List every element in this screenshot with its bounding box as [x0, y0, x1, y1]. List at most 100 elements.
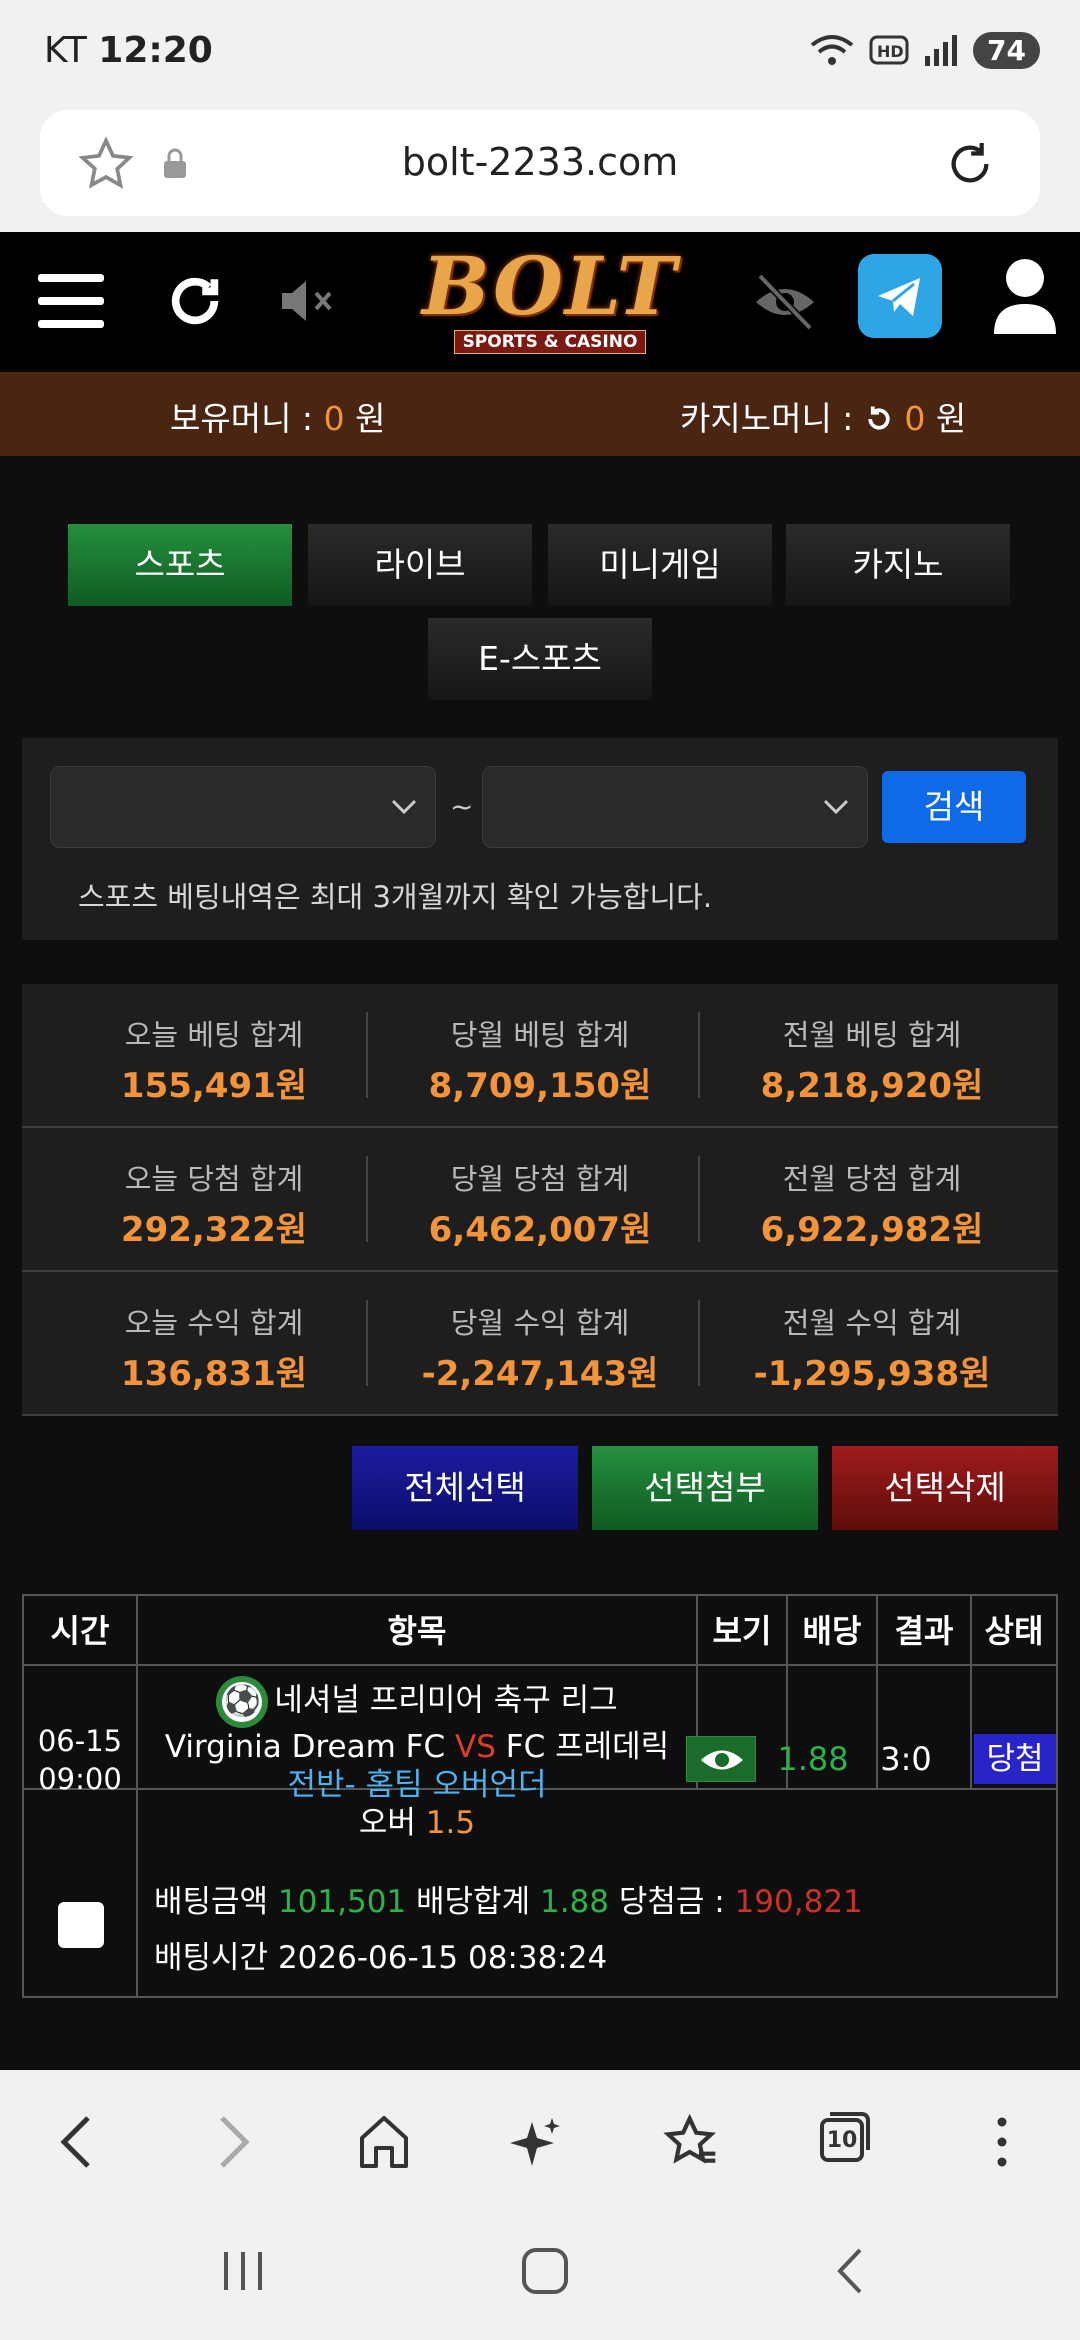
- odds-total: 1.88: [539, 1884, 609, 1920]
- pick: 오버: [358, 1805, 416, 1841]
- more-icon[interactable]: [990, 2114, 1014, 2170]
- stat-cell: 오늘 수익 합계 136,831원: [48, 1272, 380, 1416]
- casino-unit: 원: [935, 399, 967, 438]
- bookmarks-icon[interactable]: [662, 2114, 722, 2170]
- market-name: 전반- 홈팀 오버언더: [287, 1767, 547, 1803]
- tabs-button[interactable]: 10: [818, 2110, 872, 2164]
- pick-line-value: 1.5: [425, 1805, 476, 1841]
- home-button-icon[interactable]: [520, 2246, 570, 2296]
- tab-esports[interactable]: E-스포츠: [428, 618, 652, 700]
- divider: [698, 1156, 700, 1242]
- holding-value: 0: [323, 399, 345, 438]
- stat-value: -1,295,938원: [753, 1354, 991, 1394]
- bet-amount-label: 배팅금액: [154, 1884, 269, 1920]
- table-header: 시간 항목 보기 배당 결과 상태: [24, 1596, 1056, 1666]
- tab-sports[interactable]: 스포츠: [68, 524, 292, 606]
- win-amount: 190,821: [734, 1884, 863, 1920]
- delete-selected-button[interactable]: 선택삭제: [832, 1446, 1058, 1530]
- back-icon[interactable]: [52, 2114, 100, 2170]
- wifi-icon: [810, 34, 854, 65]
- view-button[interactable]: [686, 1736, 756, 1782]
- forward-icon[interactable]: [210, 2114, 258, 2170]
- bet-select-checkbox[interactable]: [58, 1902, 104, 1948]
- hd-icon: HD: [869, 35, 909, 64]
- address-bar[interactable]: bolt-2233.com: [40, 110, 1040, 216]
- casino-value: 0: [904, 399, 926, 438]
- stats-row-betting: 오늘 베팅 합계 155,491원 당월 베팅 합계 8,709,150원 전월 베…: [22, 984, 1058, 1128]
- casino-label: 카지노머니 :: [680, 399, 854, 438]
- stat-label: 당월 수익 합계: [450, 1306, 630, 1340]
- telegram-button[interactable]: [858, 254, 942, 338]
- bet-history-table: 시간 항목 보기 배당 결과 상태 06-15 09:00 ⚽ 네셔널 프리미어 …: [22, 1594, 1058, 1998]
- divider: [698, 1300, 700, 1386]
- header-time: 시간: [50, 1612, 110, 1650]
- header-result: 결과: [894, 1612, 954, 1650]
- bet-datetime: 06-15 09:00: [24, 1722, 136, 1798]
- stat-cell: 당월 당첨 합계 6,462,007원: [374, 1128, 706, 1272]
- reload-icon[interactable]: [942, 136, 998, 192]
- stat-value: 6,922,982원: [760, 1210, 984, 1250]
- recent-apps-icon[interactable]: [218, 2246, 268, 2296]
- stat-label: 당월 당첨 합계: [450, 1162, 630, 1196]
- result-value: 3:0: [880, 1740, 932, 1778]
- betting-stats: 오늘 베팅 합계 155,491원 당월 베팅 합계 8,709,150원 전월 베…: [22, 984, 1058, 1416]
- tab-casino[interactable]: 카지노: [786, 524, 1010, 606]
- telegram-icon: [878, 278, 920, 316]
- browser-bottom-bar: 10: [0, 2070, 1080, 2210]
- chevron-down-icon: [823, 799, 849, 815]
- search-note: 스포츠 베팅내역은 최대 3개월까지 확인 가능합니다.: [78, 880, 713, 914]
- vs-label: VS: [454, 1729, 496, 1765]
- holding-label: 보유머니 :: [170, 399, 314, 438]
- eye-icon: [701, 1750, 743, 1770]
- header-odds: 배당: [802, 1612, 862, 1650]
- sparkle-icon[interactable]: [508, 2114, 564, 2170]
- site-logo[interactable]: BOLT SPORTS & CASINO: [410, 240, 690, 364]
- stat-value: 292,322원: [120, 1210, 308, 1250]
- select-all-button[interactable]: 전체선택: [352, 1446, 578, 1530]
- stat-value: 6,462,007원: [428, 1210, 652, 1250]
- status-badge: 당첨: [974, 1734, 1056, 1784]
- url-text[interactable]: bolt-2233.com: [40, 140, 1040, 184]
- stat-cell: 전월 당첨 합계 6,922,982원: [706, 1128, 1038, 1272]
- tab-live[interactable]: 라이브: [308, 524, 532, 606]
- chevron-down-icon: [391, 799, 417, 815]
- end-date-select[interactable]: [482, 766, 868, 848]
- stat-cell: 당월 수익 합계 -2,247,143원: [374, 1272, 706, 1416]
- odds-value: 1.88: [777, 1740, 849, 1778]
- holding-money: 보유머니 : 0 원: [170, 392, 385, 440]
- mute-icon[interactable]: [280, 278, 340, 324]
- stats-row-profit: 오늘 수익 합계 136,831원 당월 수익 합계 -2,247,143원 전월 …: [22, 1272, 1058, 1416]
- stat-value: 155,491원: [120, 1066, 308, 1106]
- start-date-select[interactable]: [50, 766, 436, 848]
- league-line: ⚽ 네셔널 프리미어 축구 리그: [138, 1676, 696, 1728]
- stat-label: 전월 수익 합계: [782, 1306, 962, 1340]
- site-header: BOLT SPORTS & CASINO: [0, 232, 1080, 372]
- soccer-ball-icon: ⚽: [216, 1676, 269, 1728]
- casino-refresh-icon[interactable]: [864, 404, 894, 434]
- tab-minigame[interactable]: 미니게임: [548, 524, 772, 606]
- user-icon[interactable]: [992, 256, 1058, 336]
- home-icon[interactable]: [356, 2114, 412, 2170]
- search-panel: ~ 검색 스포츠 베팅내역은 최대 3개월까지 확인 가능합니다.: [22, 738, 1058, 940]
- tabs-count: 10: [826, 2128, 858, 2153]
- stat-value: 8,709,150원: [428, 1066, 652, 1106]
- system-back-icon[interactable]: [826, 2246, 876, 2296]
- bet-amount: 101,501: [277, 1884, 407, 1920]
- date-range-separator: ~: [450, 790, 474, 823]
- hide-eye-icon[interactable]: [752, 270, 818, 332]
- divider: [698, 1012, 700, 1098]
- bet-date: 06-15: [37, 1724, 123, 1758]
- svg-text:HD: HD: [877, 42, 904, 61]
- attach-selected-button[interactable]: 선택첨부: [592, 1446, 818, 1530]
- refresh-icon[interactable]: [166, 272, 224, 330]
- bet-time-label: 배팅시간: [154, 1940, 269, 1976]
- bet-time: 09:00: [38, 1762, 122, 1796]
- stat-label: 오늘 수익 합계: [124, 1306, 304, 1340]
- stat-cell: 오늘 베팅 합계 155,491원: [48, 984, 380, 1128]
- menu-icon[interactable]: [38, 272, 104, 330]
- browser-toolbar: bolt-2233.com: [0, 108, 1080, 232]
- stat-label: 전월 베팅 합계: [782, 1018, 962, 1052]
- bet-time-value: 2026-06-15 08:38:24: [277, 1940, 608, 1976]
- search-button[interactable]: 검색: [882, 771, 1026, 843]
- system-nav-bar: [0, 2210, 1080, 2340]
